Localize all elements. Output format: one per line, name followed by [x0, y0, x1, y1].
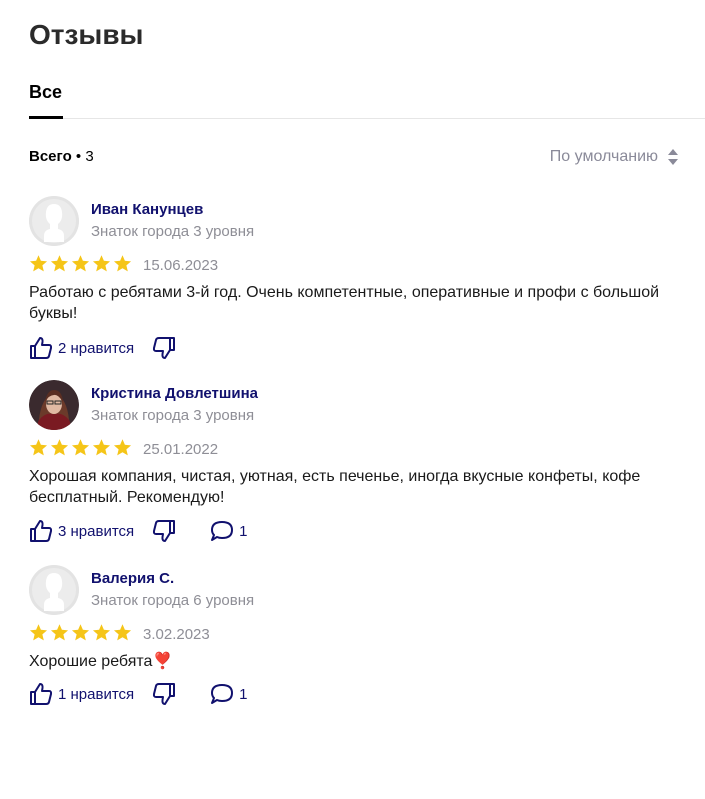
total-label: Всего [29, 148, 72, 165]
reviewer-name[interactable]: Иван Канунцев [91, 201, 203, 218]
reviews-count: Всего • 3 [29, 148, 94, 165]
reviewer-level: Знаток города 3 уровня [91, 223, 255, 240]
tab-all[interactable]: Все [29, 82, 62, 103]
like-button[interactable]: 3 нравится [29, 519, 134, 543]
thumbs-up-icon [30, 683, 53, 705]
dislike-button[interactable] [152, 336, 176, 360]
like-count: 1 нравится [58, 685, 135, 703]
star-icon [71, 439, 90, 456]
thumbs-up-icon [30, 337, 53, 359]
thumbs-up-icon [30, 520, 53, 542]
reviewer-name[interactable]: Кристина Довлетшина [91, 385, 258, 402]
star-icon [29, 439, 48, 456]
comment-icon [211, 684, 234, 704]
review-actions: 1 нравится 1 [29, 682, 248, 706]
sort-label: По умолчанию [549, 148, 658, 165]
star-icon [29, 255, 48, 272]
rating-stars [29, 254, 132, 273]
star-icon [92, 255, 111, 272]
active-tab-indicator [29, 116, 63, 119]
user-placeholder-icon [29, 565, 79, 615]
star-icon [71, 255, 90, 272]
star-icon [29, 624, 48, 641]
like-count: 3 нравится [58, 522, 135, 540]
comment-icon [211, 521, 234, 541]
review-date: 25.01.2022 [143, 441, 219, 458]
avatar[interactable] [29, 565, 79, 615]
review-date: 15.06.2023 [143, 257, 219, 274]
star-icon [92, 624, 111, 641]
total-count: 3 [85, 148, 94, 165]
thumbs-down-icon [153, 520, 176, 542]
reviewer-level: Знаток города 3 уровня [91, 407, 255, 424]
avatar[interactable] [29, 196, 79, 246]
page-title: Отзывы [29, 19, 144, 50]
star-icon [113, 255, 132, 272]
thumbs-down-icon [153, 683, 176, 705]
review-date: 3.02.2023 [143, 626, 210, 643]
star-icon [50, 255, 69, 272]
star-icon [113, 624, 132, 641]
sort-dropdown[interactable]: По умолчанию [550, 148, 678, 166]
comment-count: 1 [239, 685, 248, 703]
comment-count: 1 [239, 522, 248, 540]
rating-stars [29, 438, 132, 457]
thumbs-down-icon [153, 337, 176, 359]
like-button[interactable]: 1 нравится [29, 682, 134, 706]
tabs-divider [29, 118, 705, 119]
review-text: Хорошая компания, чистая, уютная, есть п… [29, 468, 641, 506]
reviewer-level: Знаток города 6 уровня [91, 592, 255, 609]
dislike-button[interactable] [152, 682, 176, 706]
star-icon [71, 624, 90, 641]
like-button[interactable]: 2 нравится [29, 336, 134, 360]
avatar[interactable] [29, 380, 79, 430]
review-text: Хорошие ребята❣️ [29, 653, 173, 670]
review-card: Валерия С. Знаток города 6 уровня 3.02.2… [29, 565, 689, 715]
separator-dot: • [75, 148, 82, 165]
star-icon [113, 439, 132, 456]
review-card: Иван Канунцев Знаток города 3 уровня 15.… [29, 196, 689, 366]
star-icon [92, 439, 111, 456]
dislike-button[interactable] [152, 519, 176, 543]
comments-button[interactable]: 1 [210, 682, 248, 706]
rating-stars [29, 623, 132, 642]
review-actions: 2 нравится [29, 336, 176, 360]
sort-arrows-icon [668, 149, 678, 165]
user-placeholder-icon [29, 196, 79, 246]
review-card: Кристина Довлетшина Знаток города 3 уров… [29, 380, 689, 550]
like-count: 2 нравится [58, 339, 135, 357]
review-text: Работаю с ребятами 3-й год. Очень компет… [29, 284, 660, 322]
user-photo [29, 380, 79, 430]
star-icon [50, 439, 69, 456]
reviewer-name[interactable]: Валерия С. [91, 570, 174, 587]
review-actions: 3 нравится 1 [29, 519, 248, 543]
comments-button[interactable]: 1 [210, 519, 248, 543]
star-icon [50, 624, 69, 641]
